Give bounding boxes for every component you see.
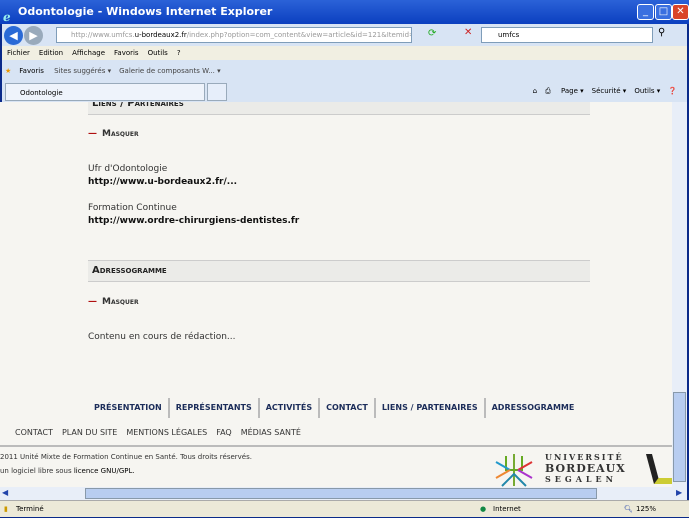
close-button[interactable]: ✕ (672, 4, 689, 20)
footer-plan[interactable]: PLAN DU SITE (62, 428, 117, 437)
license-prefix: un logiciel libre sous (0, 467, 74, 475)
section-title: Adressogramme (88, 260, 590, 282)
nav-presentation[interactable]: PRÉSENTATION (88, 398, 170, 418)
forward-button[interactable]: ▶ (24, 26, 43, 45)
license-text: un logiciel libre sous licence GNU/GPL. (0, 467, 135, 475)
menu-affichage[interactable]: Affichage (72, 49, 105, 57)
university-logo-icon (495, 454, 533, 487)
menu-edition[interactable]: Edition (39, 49, 63, 57)
menu-fichier[interactable]: Fichier (7, 49, 30, 57)
license-link[interactable]: licence GNU/GPL. (74, 467, 135, 475)
window-title: Odontologie - Windows Internet Explorer (18, 5, 273, 18)
zoom-level[interactable]: 125% (636, 501, 656, 518)
url-path: /index.php?option=com_content&view=artic… (186, 31, 412, 39)
new-tab-button[interactable] (207, 83, 227, 101)
tab-bar: Odontologie ⌂ ⎙ Page ▾ Sécurité ▾ Outils ▾ ❓ (2, 81, 687, 102)
security-menu[interactable]: Sécurité ▾ (592, 87, 627, 95)
copyright: 2011 Unité Mixte de Formation Continue e… (0, 453, 252, 461)
title-bar: ℯ Odontologie - Windows Internet Explorer (0, 0, 689, 24)
link-url[interactable]: http://www.u-bordeaux2.fr/... (88, 177, 237, 187)
zoom-icon[interactable]: 🔍︎ (624, 501, 633, 518)
page-menu[interactable]: Page ▾ (561, 87, 584, 95)
menu-favoris[interactable]: Favoris (114, 49, 139, 57)
address-bar[interactable]: http://www.umfcs.u-bordeaux2.fr/index.ph… (56, 27, 412, 43)
divider (0, 445, 672, 447)
print-icon[interactable]: ⎙ (545, 87, 551, 95)
favorites-button[interactable]: Favoris (19, 67, 44, 75)
footer-mentions[interactable]: MENTIONS LÉGALES (126, 428, 207, 437)
scroll-right-icon[interactable]: ▶ (676, 488, 682, 497)
horizontal-scroll-thumb[interactable] (85, 488, 597, 499)
toggle-label: Masquer (102, 297, 139, 307)
nav-liens[interactable]: LIENS / PARTENAIRES (376, 398, 486, 418)
link-url[interactable]: http://www.ordre-chirurgiens-dentistes.f… (88, 216, 299, 226)
nav-contact[interactable]: CONTACT (320, 398, 376, 418)
toggle-label: Masquer (102, 129, 139, 139)
link-label: Formation Continue (88, 203, 177, 213)
vertical-scroll-thumb[interactable] (673, 392, 686, 482)
link-label: Ufr d'Odontologie (88, 164, 168, 174)
university-name: UNIVERSITÉ BORDEAUX SEGALEN (545, 452, 626, 485)
logo-line: BORDEAUX (545, 462, 626, 475)
search-input[interactable]: umfcs (481, 27, 653, 43)
tab-odontologie[interactable]: Odontologie (5, 83, 205, 101)
status-text: Terminé (16, 505, 44, 513)
home-icon[interactable]: ⌂ (533, 87, 537, 95)
globe-icon: ● (480, 505, 487, 513)
back-button[interactable]: ◀ (4, 26, 23, 45)
hide-toggle[interactable]: — Masquer (88, 129, 139, 139)
stop-icon[interactable]: ✕ (464, 27, 472, 38)
menu-bar: Fichier Edition Affichage Favoris Outils? (2, 46, 687, 60)
favorite-item[interactable]: Galerie de composants W... ▾ (119, 67, 221, 75)
url-domain: u-bordeaux2.fr (134, 31, 187, 39)
nav-adressogramme[interactable]: ADRESSOGRAMME (486, 398, 581, 418)
nav-representants[interactable]: REPRÉSENTANTS (170, 398, 260, 418)
search-icon[interactable]: ⚲ (658, 27, 665, 38)
tools-menu[interactable]: Outils ▾ (634, 87, 660, 95)
menu-help[interactable]: ? (177, 49, 181, 57)
main-nav: PRÉSENTATION REPRÉSENTANTS ACTIVITÉS CONTAC… (88, 398, 580, 418)
favorite-item[interactable]: Sites suggérés ▾ (54, 67, 111, 75)
minus-icon: — (88, 297, 97, 307)
hide-toggle[interactable]: — Masquer (88, 297, 139, 307)
maximize-button[interactable]: □ (655, 4, 672, 20)
status-bar: ▮ Terminé ● Internet 🔍︎ 125% (0, 500, 689, 517)
url-prefix: http://www.umfcs. (71, 31, 135, 39)
section-title: Liens / Partenaires (88, 102, 590, 115)
scroll-left-icon[interactable]: ◀ (2, 488, 8, 497)
help-icon[interactable]: ❓ (668, 87, 677, 95)
zone-text: Internet (493, 505, 521, 513)
page-icon: ▮ (4, 505, 8, 513)
footer-contact[interactable]: CONTACT (15, 428, 53, 437)
nav-activites[interactable]: ACTIVITÉS (260, 398, 321, 418)
minimize-button[interactable]: _ (637, 4, 654, 20)
section-text: Contenu en cours de rédaction... (88, 332, 236, 342)
footer-medias[interactable]: MÉDIAS SANTÉ (241, 428, 301, 437)
refresh-icon[interactable]: ⟳ (428, 28, 436, 39)
page-content: Liens / Partenaires — Masquer Ufr d'Odont… (0, 102, 672, 488)
command-bar: ⌂ ⎙ Page ▾ Sécurité ▾ Outils ▾ ❓ (525, 85, 677, 97)
minus-icon: — (88, 129, 97, 139)
footer-nav: CONTACT PLAN DU SITE MENTIONS LÉGALES FAQ MÉ… (15, 428, 310, 437)
star-icon: ★ (5, 67, 12, 75)
partner-logo-icon (645, 454, 672, 484)
logo-line: SEGALEN (545, 474, 617, 484)
favorites-bar: ★ Favoris Sites suggérés ▾ Galerie de comp… (2, 61, 687, 81)
menu-outils[interactable]: Outils (148, 49, 168, 57)
footer-faq[interactable]: FAQ (216, 428, 232, 437)
